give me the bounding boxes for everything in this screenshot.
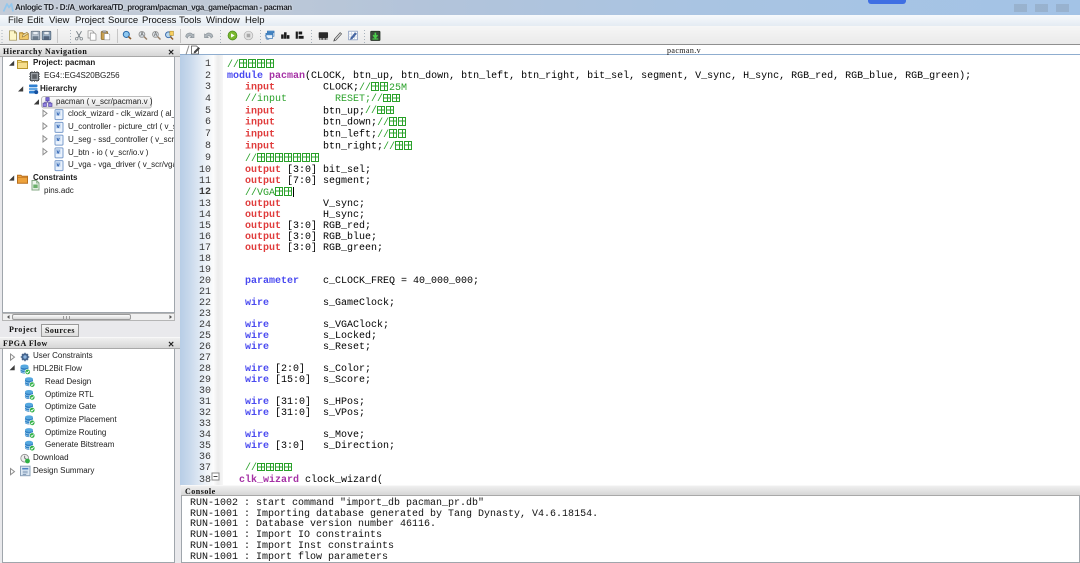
svg-text:A: A [140,32,144,38]
svg-text:A: A [154,32,158,38]
